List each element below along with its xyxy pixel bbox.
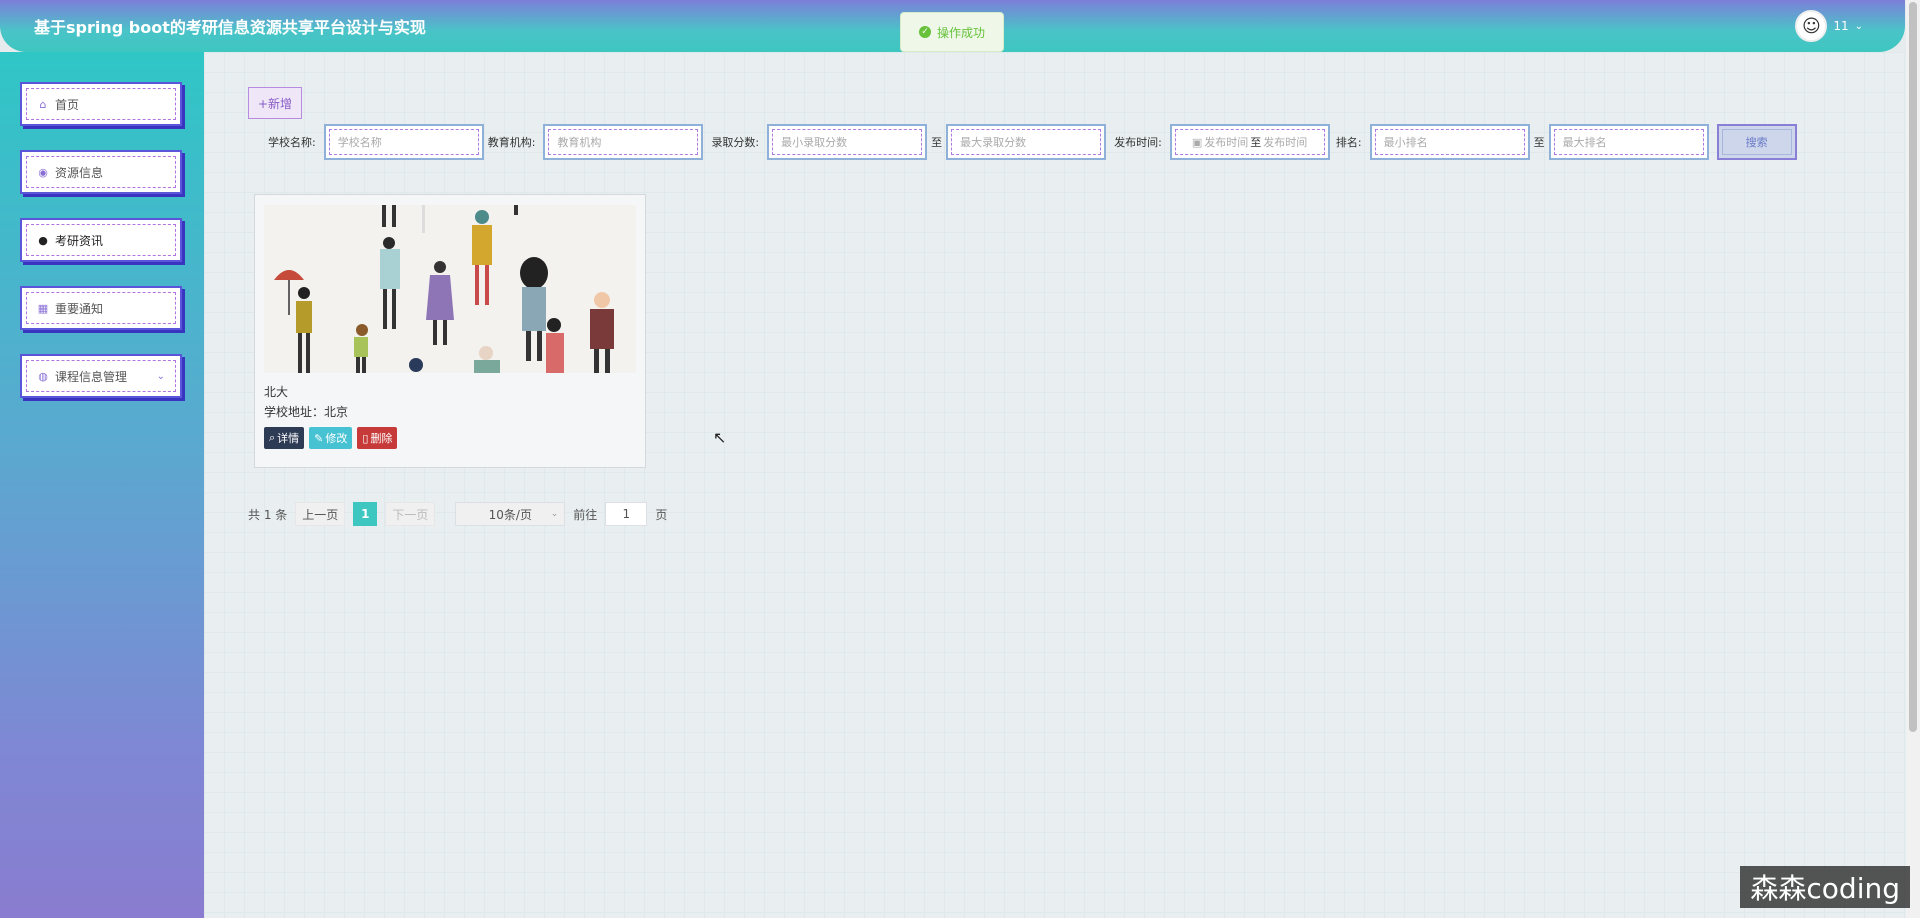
date-start: 发布时间 bbox=[1204, 136, 1249, 149]
success-toast: ✓ 操作成功 bbox=[900, 12, 1004, 52]
sidebar: ⌂ 首页 ◉ 资源信息 ● 考研资讯 ▦ 重要通知 ◍ 课程信息管理 ⌄ bbox=[0, 52, 204, 918]
course-icon: ◍ bbox=[38, 369, 48, 383]
card-address: 学校地址：北京 bbox=[264, 405, 349, 419]
search-button[interactable]: 搜索 bbox=[1716, 124, 1797, 160]
search-button-label: 搜索 bbox=[1721, 129, 1792, 155]
edit-label: 修改 bbox=[325, 432, 348, 445]
prev-page-button[interactable]: 上一页 bbox=[295, 502, 346, 526]
rank-label: 排名: bbox=[1335, 136, 1362, 149]
range-separator: 至 bbox=[931, 136, 943, 149]
edit-button[interactable]: ✎ 修改 bbox=[309, 427, 353, 449]
school-card[interactable]: 北大 学校地址：北京 ⌕ 详情 ✎ 修改 ▯ 删除 bbox=[254, 194, 646, 468]
sidebar-item-label: 首页 bbox=[55, 97, 80, 112]
toast-text: 操作成功 bbox=[936, 25, 985, 40]
range-separator: 至 bbox=[1533, 136, 1545, 149]
watermark: 森森coding bbox=[1740, 866, 1910, 908]
sidebar-item-notices[interactable]: ▦ 重要通知 bbox=[20, 286, 182, 330]
trash-icon: ▯ bbox=[362, 431, 369, 445]
school-label: 学校名称: bbox=[268, 136, 316, 149]
filter-bar: 学校名称: 教育机构: 录取分数: 至 发布时间: ▣ 发布时间 至 发布时间 … bbox=[268, 124, 1797, 160]
card-title: 北大 bbox=[264, 385, 289, 399]
card-image[interactable] bbox=[264, 205, 636, 373]
top-header: 基于spring boot的考研信息资源共享平台设计与实现 ✓ 操作成功 ☺ 1… bbox=[0, 0, 1905, 52]
total-count: 共 1 条 bbox=[248, 507, 288, 522]
app-title: 基于spring boot的考研信息资源共享平台设计与实现 bbox=[34, 18, 426, 37]
sidebar-item-label: 重要通知 bbox=[55, 301, 104, 316]
people-illustration bbox=[264, 205, 636, 373]
date-separator: 至 bbox=[1250, 136, 1262, 149]
goto-label: 前往 bbox=[573, 507, 598, 522]
notice-icon: ▦ bbox=[37, 301, 49, 315]
page-unit-label: 页 bbox=[655, 507, 668, 522]
sidebar-item-label: 课程信息管理 bbox=[55, 369, 128, 384]
sidebar-item-home[interactable]: ⌂ 首页 bbox=[20, 82, 182, 126]
org-field[interactable] bbox=[557, 130, 698, 154]
org-input[interactable] bbox=[543, 124, 704, 160]
page-number[interactable]: 1 bbox=[353, 502, 378, 526]
scrollbar-thumb[interactable] bbox=[1909, 2, 1917, 732]
score-label: 录取分数: bbox=[711, 136, 760, 149]
pagination: 共 1 条 上一页 1 下一页 10条/页 ⌄ 前往 1 页 bbox=[248, 502, 667, 526]
sidebar-item-resources[interactable]: ◉ 资源信息 bbox=[20, 150, 182, 194]
next-page-button[interactable]: 下一页 bbox=[385, 502, 436, 526]
date-end: 发布时间 bbox=[1263, 136, 1308, 149]
pencil-icon: ✎ bbox=[314, 431, 324, 445]
max-rank-field[interactable] bbox=[1562, 130, 1703, 154]
org-label: 教育机构: bbox=[487, 136, 536, 149]
max-score-input[interactable] bbox=[946, 124, 1107, 160]
sidebar-item-news[interactable]: ● 考研资讯 bbox=[20, 218, 182, 262]
min-score-field[interactable] bbox=[781, 130, 922, 154]
mouse-cursor-icon: ↖ bbox=[713, 428, 727, 447]
check-circle-icon: ✓ bbox=[918, 26, 931, 38]
date-label: 发布时间: bbox=[1114, 136, 1162, 149]
news-icon: ● bbox=[38, 233, 48, 247]
max-score-field[interactable] bbox=[960, 130, 1101, 154]
detail-label: 详情 bbox=[277, 432, 300, 445]
page-size-select[interactable]: 10条/页 ⌄ bbox=[455, 502, 566, 526]
chevron-down-icon: ⌄ bbox=[156, 370, 165, 382]
chevron-down-icon: ⌄ bbox=[1854, 20, 1863, 32]
add-button[interactable]: +新增 bbox=[248, 87, 302, 119]
calendar-icon: ▣ bbox=[1191, 135, 1203, 149]
resource-icon: ◉ bbox=[38, 165, 48, 179]
chevron-down-icon: ⌄ bbox=[550, 509, 559, 519]
card-actions: ⌕ 详情 ✎ 修改 ▯ 删除 bbox=[264, 427, 398, 449]
avatar[interactable]: ☺ bbox=[1795, 10, 1828, 42]
main-content: +新增 学校名称: 教育机构: 录取分数: 至 发布时间: ▣ 发布时间 至 发… bbox=[204, 52, 1920, 918]
sidebar-item-label: 资源信息 bbox=[55, 165, 104, 180]
goto-page-input[interactable]: 1 bbox=[605, 502, 648, 526]
sidebar-item-label: 考研资讯 bbox=[55, 233, 104, 248]
sidebar-item-courses[interactable]: ◍ 课程信息管理 ⌄ bbox=[20, 354, 182, 398]
delete-button[interactable]: ▯ 删除 bbox=[357, 427, 398, 449]
search-icon: ⌕ bbox=[269, 431, 276, 444]
min-rank-input[interactable] bbox=[1369, 124, 1530, 160]
date-range-picker[interactable]: ▣ 发布时间 至 发布时间 bbox=[1169, 124, 1330, 160]
user-menu[interactable]: ☺ 11 ⌄ bbox=[1795, 10, 1863, 42]
home-icon: ⌂ bbox=[39, 97, 47, 111]
detail-button[interactable]: ⌕ 详情 bbox=[264, 427, 305, 449]
school-name-input[interactable] bbox=[323, 124, 484, 160]
vertical-scrollbar[interactable] bbox=[1906, 0, 1920, 918]
min-score-input[interactable] bbox=[767, 124, 928, 160]
school-name-field[interactable] bbox=[337, 130, 478, 154]
delete-label: 删除 bbox=[370, 432, 393, 445]
min-rank-field[interactable] bbox=[1383, 130, 1524, 154]
user-name: 11 bbox=[1833, 19, 1849, 33]
page-size-value: 10条/页 bbox=[488, 507, 532, 522]
max-rank-input[interactable] bbox=[1548, 124, 1709, 160]
